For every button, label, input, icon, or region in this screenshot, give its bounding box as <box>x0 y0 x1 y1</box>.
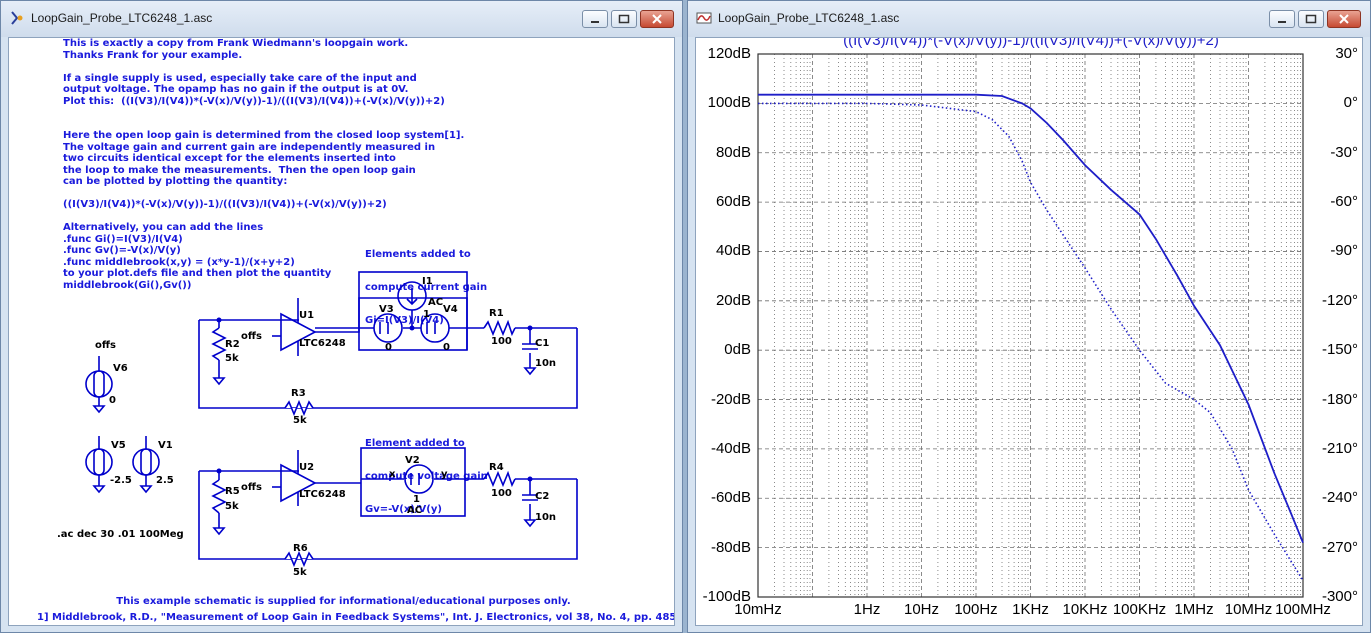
node-y-label: y <box>441 469 448 480</box>
c1-value: 10n <box>535 358 557 369</box>
footer-note: This example schematic is supplied for i… <box>116 596 571 607</box>
waveform-window[interactable]: LoopGain_Probe_LTC6248_1.asc ((I(V3)/I(V… <box>687 0 1371 633</box>
minimize-icon <box>591 21 599 23</box>
offs-label-2: offs <box>241 482 262 493</box>
waveform-titlebar[interactable]: LoopGain_Probe_LTC6248_1.asc <box>688 1 1370 37</box>
c1-label: C1 <box>535 338 550 349</box>
minimize-button[interactable] <box>582 10 608 28</box>
v6-label: V6 <box>113 363 128 374</box>
offs-label: offs <box>241 331 262 342</box>
maximize-button[interactable] <box>1298 10 1324 28</box>
v6-offs-label: offs <box>95 340 116 351</box>
minimize-button[interactable] <box>1269 10 1295 28</box>
v2-label: V2 <box>405 455 420 466</box>
r6-value: 5k <box>293 567 307 578</box>
u1-part-label: LTC6248 <box>299 338 346 349</box>
r4-value: 100 <box>491 488 512 499</box>
schematic-window-title: LoopGain_Probe_LTC6248_1.asc <box>31 11 213 25</box>
v1-label: V1 <box>158 440 173 451</box>
r3-value: 5k <box>293 415 307 426</box>
v6-value: 0 <box>109 395 116 406</box>
i1-value: 1 <box>423 309 430 320</box>
bode-plot[interactable] <box>696 38 1363 626</box>
i1-label: I1 <box>422 276 433 287</box>
close-button[interactable] <box>640 10 674 28</box>
v5-label: V5 <box>111 440 126 451</box>
waveform-window-title: LoopGain_Probe_LTC6248_1.asc <box>718 11 900 25</box>
v4-label: V4 <box>443 304 458 315</box>
u2-label: U2 <box>299 462 315 473</box>
v3-value: 0 <box>385 342 392 353</box>
ac-directive[interactable]: .ac dec 30 .01 100Meg <box>57 529 184 540</box>
ltspice-schematic-icon <box>11 11 23 25</box>
footer-reference: 1] Middlebrook, R.D., "Measurement of Lo… <box>37 612 675 623</box>
r4-label: R4 <box>489 462 504 473</box>
v4-value: 0 <box>443 342 450 353</box>
node-x-label: x <box>389 469 396 480</box>
r2-label: R2 <box>225 339 240 350</box>
r2-value: 5k <box>225 353 239 364</box>
schematic-window[interactable]: LoopGain_Probe_LTC6248_1.asc This is exa… <box>0 0 683 633</box>
c2-value: 10n <box>535 512 557 523</box>
v5-value: -2.5 <box>110 475 132 486</box>
i1-ac: AC <box>428 297 444 308</box>
maximize-icon <box>1305 14 1317 24</box>
r3-label: R3 <box>291 388 306 399</box>
plot-frame <box>757 53 1304 598</box>
r1-label: R1 <box>489 308 504 319</box>
r1-value: 100 <box>491 336 512 347</box>
v2-ac: AC <box>407 505 423 516</box>
waveform-viewer-icon <box>696 12 712 24</box>
maximize-icon <box>618 14 630 24</box>
close-icon <box>652 14 662 24</box>
v3-label: V3 <box>379 304 394 315</box>
r5-label: R5 <box>225 486 240 497</box>
schematic-titlebar[interactable]: LoopGain_Probe_LTC6248_1.asc <box>1 1 682 37</box>
v1-value: 2.5 <box>156 475 174 486</box>
close-button[interactable] <box>1327 10 1361 28</box>
r5-value: 5k <box>225 501 239 512</box>
maximize-button[interactable] <box>611 10 637 28</box>
r6-label: R6 <box>293 543 308 554</box>
v2-value: 1 <box>413 494 420 505</box>
minimize-icon <box>1278 21 1286 23</box>
u2-part-label: LTC6248 <box>299 489 346 500</box>
schematic-canvas[interactable]: This is exactly a copy from Frank Wiedma… <box>8 37 675 626</box>
plot-pane[interactable]: ((I(V3)/I(V4))*(-V(x)/V(y))-1)/((I(V3)/I… <box>695 37 1363 626</box>
u1-label: U1 <box>299 310 315 321</box>
close-icon <box>1339 14 1349 24</box>
c2-label: C2 <box>535 491 550 502</box>
